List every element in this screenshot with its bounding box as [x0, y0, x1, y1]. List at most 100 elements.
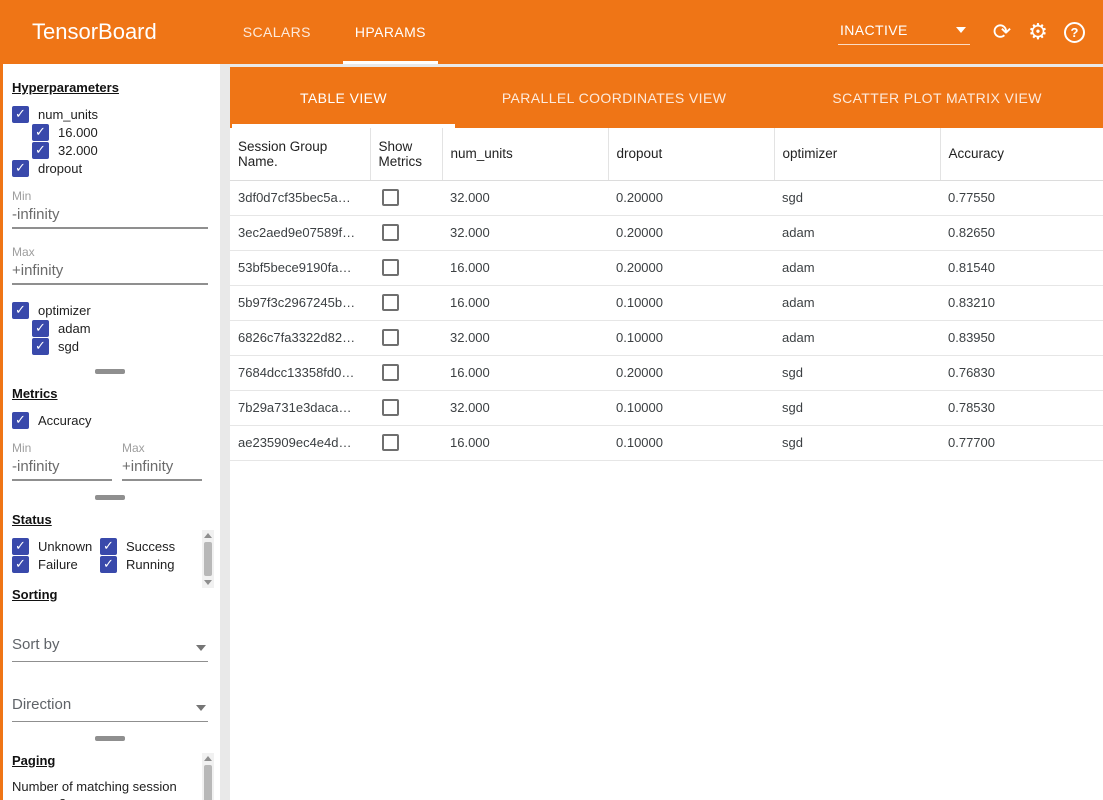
- success-checkbox[interactable]: [100, 538, 117, 555]
- pane-resize-handle[interactable]: [95, 736, 125, 741]
- cell-num-units: 32.000: [442, 180, 608, 215]
- show-metrics-checkbox[interactable]: [382, 189, 399, 206]
- cell-dropout: 0.20000: [608, 215, 774, 250]
- status-title: Status: [12, 512, 208, 527]
- session-group-name: 7b29a731e3daca…: [230, 390, 370, 425]
- hparam-dropout[interactable]: dropout: [12, 159, 208, 177]
- cell-dropout: 0.10000: [608, 285, 774, 320]
- chevron-down-icon: [196, 705, 206, 711]
- status-scrollbar[interactable]: [202, 530, 214, 588]
- status-running[interactable]: Running: [100, 555, 200, 573]
- col-session-group-name[interactable]: Session Group Name.: [230, 128, 370, 180]
- dashboard-tabs: SCALARS HPARAMS: [221, 0, 448, 64]
- optimizer-value-adam[interactable]: adam: [32, 319, 208, 337]
- num-units-checkbox[interactable]: [12, 106, 29, 123]
- chevron-down-icon: [956, 27, 966, 33]
- cell-num-units: 16.000: [442, 285, 608, 320]
- hparam-optimizer[interactable]: optimizer: [12, 301, 208, 319]
- pane-resize-handle[interactable]: [95, 369, 125, 374]
- num-units-value-32[interactable]: 32.000: [32, 141, 208, 159]
- optimizer-checkbox[interactable]: [12, 302, 29, 319]
- paging-title: Paging: [12, 753, 208, 768]
- scroll-up-icon[interactable]: [204, 533, 212, 538]
- col-dropout[interactable]: dropout: [608, 128, 774, 180]
- sgd-checkbox[interactable]: [32, 338, 49, 355]
- dropout-checkbox[interactable]: [12, 160, 29, 177]
- status-unknown[interactable]: Unknown: [12, 537, 100, 555]
- failure-checkbox[interactable]: [12, 556, 29, 573]
- cell-accuracy: 0.78530: [940, 390, 1103, 425]
- dropout-min-field[interactable]: Min -infinity: [12, 189, 208, 229]
- status-failure[interactable]: Failure: [12, 555, 100, 573]
- col-accuracy[interactable]: Accuracy: [940, 128, 1103, 180]
- paging-scrollbar[interactable]: [202, 753, 214, 800]
- accuracy-checkbox[interactable]: [12, 412, 29, 429]
- cell-accuracy: 0.81540: [940, 250, 1103, 285]
- scroll-up-icon[interactable]: [204, 756, 212, 761]
- cell-optimizer: adam: [774, 285, 940, 320]
- tab-hparams[interactable]: HPARAMS: [333, 0, 448, 64]
- tab-parallel-coordinates-view[interactable]: PARALLEL COORDINATES VIEW: [457, 67, 771, 128]
- run-status-select[interactable]: INACTIVE: [838, 20, 970, 45]
- cell-dropout: 0.10000: [608, 320, 774, 355]
- status-success[interactable]: Success: [100, 537, 200, 555]
- cell-num-units: 32.000: [442, 390, 608, 425]
- show-metrics-checkbox[interactable]: [382, 329, 399, 346]
- optimizer-value-sgd[interactable]: sgd: [32, 337, 208, 355]
- cell-dropout: 0.20000: [608, 250, 774, 285]
- cell-optimizer: adam: [774, 320, 940, 355]
- table-row: 7b29a731e3daca… 32.000 0.10000 sgd 0.785…: [230, 390, 1103, 425]
- session-group-name: 3df0d7cf35bec5a…: [230, 180, 370, 215]
- cell-optimizer: adam: [774, 250, 940, 285]
- value-16-checkbox[interactable]: [32, 124, 49, 141]
- cell-optimizer: sgd: [774, 355, 940, 390]
- col-optimizer[interactable]: optimizer: [774, 128, 940, 180]
- metric-max-input[interactable]: +infinity: [122, 458, 202, 481]
- metric-max-field[interactable]: Max +infinity: [122, 441, 202, 481]
- cell-num-units: 32.000: [442, 215, 608, 250]
- value-32-checkbox[interactable]: [32, 142, 49, 159]
- unknown-checkbox[interactable]: [12, 538, 29, 555]
- metric-accuracy[interactable]: Accuracy: [12, 411, 208, 429]
- direction-select[interactable]: Direction: [12, 696, 208, 722]
- col-num-units[interactable]: num_units: [442, 128, 608, 180]
- gear-icon[interactable]: ⚙: [1020, 14, 1056, 50]
- help-icon[interactable]: ?: [1064, 22, 1085, 43]
- table-row: 3ec2aed9e07589f… 32.000 0.20000 adam 0.8…: [230, 215, 1103, 250]
- running-checkbox[interactable]: [100, 556, 117, 573]
- table-row: 53bf5bece9190fa… 16.000 0.20000 adam 0.8…: [230, 250, 1103, 285]
- dropout-max-input[interactable]: +infinity: [12, 262, 208, 285]
- table-row: 6826c7fa3322d82… 32.000 0.10000 adam 0.8…: [230, 320, 1103, 355]
- metric-min-field[interactable]: Min -infinity: [12, 441, 112, 481]
- metric-min-input[interactable]: -infinity: [12, 458, 112, 481]
- pane-resize-handle[interactable]: [95, 495, 125, 500]
- metrics-title: Metrics: [12, 386, 208, 401]
- tab-scatter-plot-matrix-view[interactable]: SCATTER PLOT MATRIX VIEW: [771, 67, 1103, 128]
- col-show-metrics[interactable]: Show Metrics: [370, 128, 442, 180]
- hyperparameters-pane: Hyperparameters num_units 16.000 32.000 …: [0, 80, 220, 355]
- scroll-down-icon[interactable]: [204, 580, 212, 585]
- scrollbar-thumb[interactable]: [204, 542, 212, 576]
- scrollbar-thumb[interactable]: [204, 765, 212, 800]
- dropout-min-input[interactable]: -infinity: [12, 206, 208, 229]
- cell-dropout: 0.10000: [608, 390, 774, 425]
- cell-accuracy: 0.83210: [940, 285, 1103, 320]
- show-metrics-checkbox[interactable]: [382, 259, 399, 276]
- main-content: TABLE VIEW PARALLEL COORDINATES VIEW SCA…: [230, 67, 1103, 800]
- dropout-max-field[interactable]: Max +infinity: [12, 245, 208, 285]
- show-metrics-checkbox[interactable]: [382, 399, 399, 416]
- hyperparameters-title: Hyperparameters: [12, 80, 208, 95]
- hparam-num-units[interactable]: num_units: [12, 105, 208, 123]
- refresh-icon[interactable]: ⟳: [984, 14, 1020, 50]
- tab-table-view[interactable]: TABLE VIEW: [230, 67, 457, 128]
- table-row: 3df0d7cf35bec5a… 32.000 0.20000 sgd 0.77…: [230, 180, 1103, 215]
- show-metrics-checkbox[interactable]: [382, 434, 399, 451]
- session-group-name: 3ec2aed9e07589f…: [230, 215, 370, 250]
- num-units-value-16[interactable]: 16.000: [32, 123, 208, 141]
- show-metrics-checkbox[interactable]: [382, 224, 399, 241]
- tab-scalars[interactable]: SCALARS: [221, 0, 333, 64]
- adam-checkbox[interactable]: [32, 320, 49, 337]
- show-metrics-checkbox[interactable]: [382, 364, 399, 381]
- sort-by-select[interactable]: Sort by: [12, 636, 208, 662]
- show-metrics-checkbox[interactable]: [382, 294, 399, 311]
